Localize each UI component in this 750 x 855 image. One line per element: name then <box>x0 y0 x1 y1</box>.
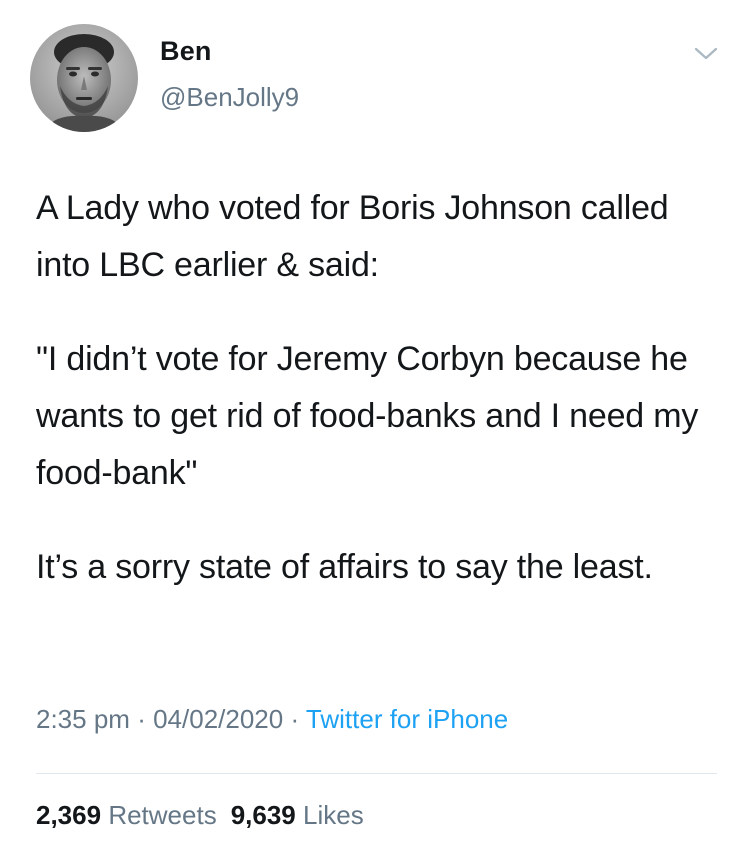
likes-label: Likes <box>303 800 364 830</box>
avatar[interactable] <box>30 24 138 132</box>
tweet-quote-paragraph: "I didn’t vote for Jeremy Corbyn because… <box>36 340 699 492</box>
retweets-count: 2,369 <box>36 800 102 830</box>
likes-stat[interactable]: 9,639 Likes <box>231 800 364 830</box>
user-handle[interactable]: @BenJolly9 <box>160 82 299 113</box>
engagement-stats: 2,369 Retweets 9,639 Likes <box>36 800 364 831</box>
tweet-source-link[interactable]: Twitter for iPhone <box>306 704 508 734</box>
retweets-stat[interactable]: 2,369 Retweets <box>36 800 217 830</box>
profile-photo <box>30 24 138 132</box>
retweets-label: Retweets <box>108 800 217 830</box>
display-name[interactable]: Ben <box>160 36 212 67</box>
divider <box>36 773 717 774</box>
likes-count: 9,639 <box>230 800 296 830</box>
tweet-card: Ben @BenJolly9 A Lady who voted for Bori… <box>0 0 750 855</box>
tweet-paragraph: It’s a sorry state of affairs to say the… <box>36 548 653 586</box>
separator-dot: · <box>290 704 300 734</box>
tweet-time[interactable]: 2:35 pm <box>36 704 130 734</box>
tweet-metadata: 2:35 pm · 04/02/2020 · Twitter for iPhon… <box>36 704 508 735</box>
tweet-paragraph: A Lady who voted for Boris Johnson calle… <box>36 189 669 284</box>
tweet-date[interactable]: 04/02/2020 <box>153 704 283 734</box>
separator-dot: · <box>137 704 146 734</box>
chevron-down-icon[interactable] <box>691 38 721 68</box>
